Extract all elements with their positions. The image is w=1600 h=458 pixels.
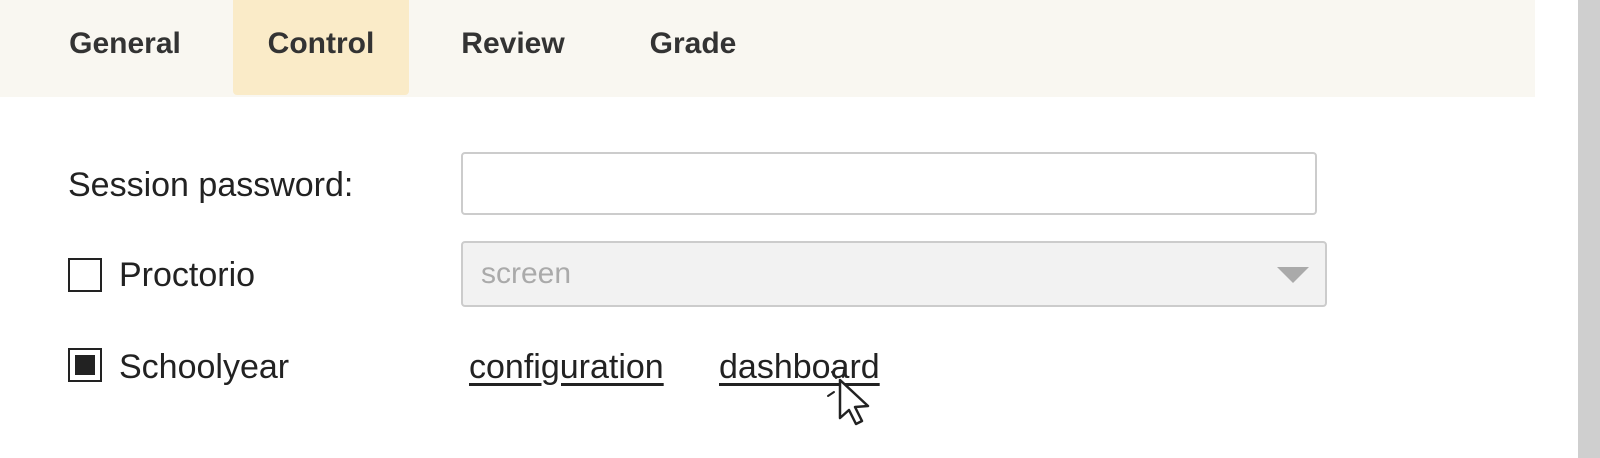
schoolyear-checkbox[interactable] xyxy=(68,348,102,382)
dashboard-link[interactable]: dashboard xyxy=(719,348,880,387)
schoolyear-label: Schoolyear xyxy=(119,348,290,386)
proctorio-mode-select[interactable]: screen xyxy=(461,241,1327,307)
tab-grade[interactable]: Grade xyxy=(620,0,766,95)
chevron-down-icon xyxy=(1277,267,1309,283)
vertical-scrollbar[interactable] xyxy=(1578,0,1600,458)
tab-bar: General Control Review Grade xyxy=(0,0,1535,97)
page: General Control Review Grade Session pas… xyxy=(0,0,1600,458)
tab-review[interactable]: Review xyxy=(430,0,596,95)
configuration-link[interactable]: configuration xyxy=(469,348,664,387)
proctorio-label: Proctorio xyxy=(119,256,256,294)
tab-general[interactable]: General xyxy=(40,0,210,95)
session-password-input[interactable] xyxy=(461,152,1317,215)
session-password-label: Session password: xyxy=(68,166,354,204)
proctorio-checkbox[interactable] xyxy=(68,258,102,292)
tab-control[interactable]: Control xyxy=(233,0,409,95)
scrollbar-gutter xyxy=(1535,0,1578,458)
proctorio-mode-value: screen xyxy=(481,257,572,290)
